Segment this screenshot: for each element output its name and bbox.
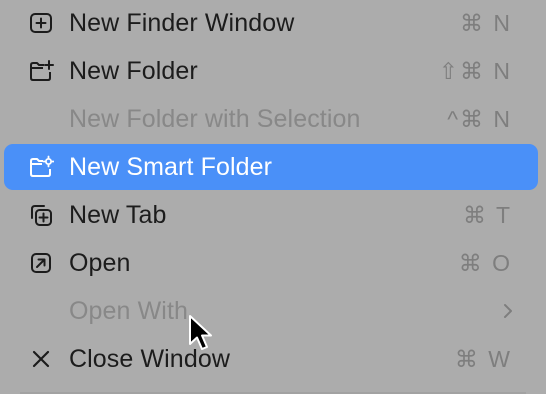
menu-item-shortcut: ⌘ N [460, 10, 512, 36]
new-tab-icon [28, 203, 54, 227]
menu-item-new-finder-window[interactable]: New Finder Window ⌘ N [4, 0, 538, 46]
menu-item-label: New Finder Window [69, 9, 295, 37]
smart-folder-icon [28, 155, 54, 179]
menu-item-label: New Smart Folder [69, 153, 273, 181]
menu-item-open[interactable]: Open ⌘ O [4, 240, 538, 286]
menu-item-new-folder[interactable]: New Folder ⇧⌘ N [4, 48, 538, 94]
menu-item-label: Open [69, 249, 131, 277]
menu-item-label: New Folder [69, 57, 198, 85]
chevron-right-icon [502, 302, 514, 320]
menu-item-new-folder-with-selection: New Folder with Selection ^⌘ N [4, 96, 538, 142]
menu-item-label: New Tab [69, 201, 167, 229]
menu-item-close-window[interactable]: Close Window ⌘ W [4, 336, 538, 382]
open-arrow-icon [28, 251, 54, 275]
new-window-icon [28, 11, 54, 35]
menu-item-shortcut: ⇧⌘ N [438, 58, 512, 84]
folder-plus-icon [28, 59, 54, 83]
arrow-pointer-icon [188, 314, 214, 354]
menu-item-shortcut: ⌘ O [458, 250, 512, 276]
menu-item-shortcut: ^⌘ N [447, 106, 512, 132]
menu-item-label: New Folder with Selection [69, 105, 361, 133]
menu-item-open-with[interactable]: Open With [4, 288, 538, 334]
menu-item-new-tab[interactable]: New Tab ⌘ T [4, 192, 538, 238]
menu-item-shortcut: ⌘ T [462, 202, 512, 228]
file-menu: New Finder Window ⌘ N New Folder ⇧⌘ N Ne… [0, 0, 546, 394]
menu-item-shortcut: ⌘ W [454, 346, 512, 372]
close-x-icon [28, 347, 54, 371]
menu-item-new-smart-folder[interactable]: New Smart Folder [4, 144, 538, 190]
menu-item-label: Open With [69, 297, 189, 325]
